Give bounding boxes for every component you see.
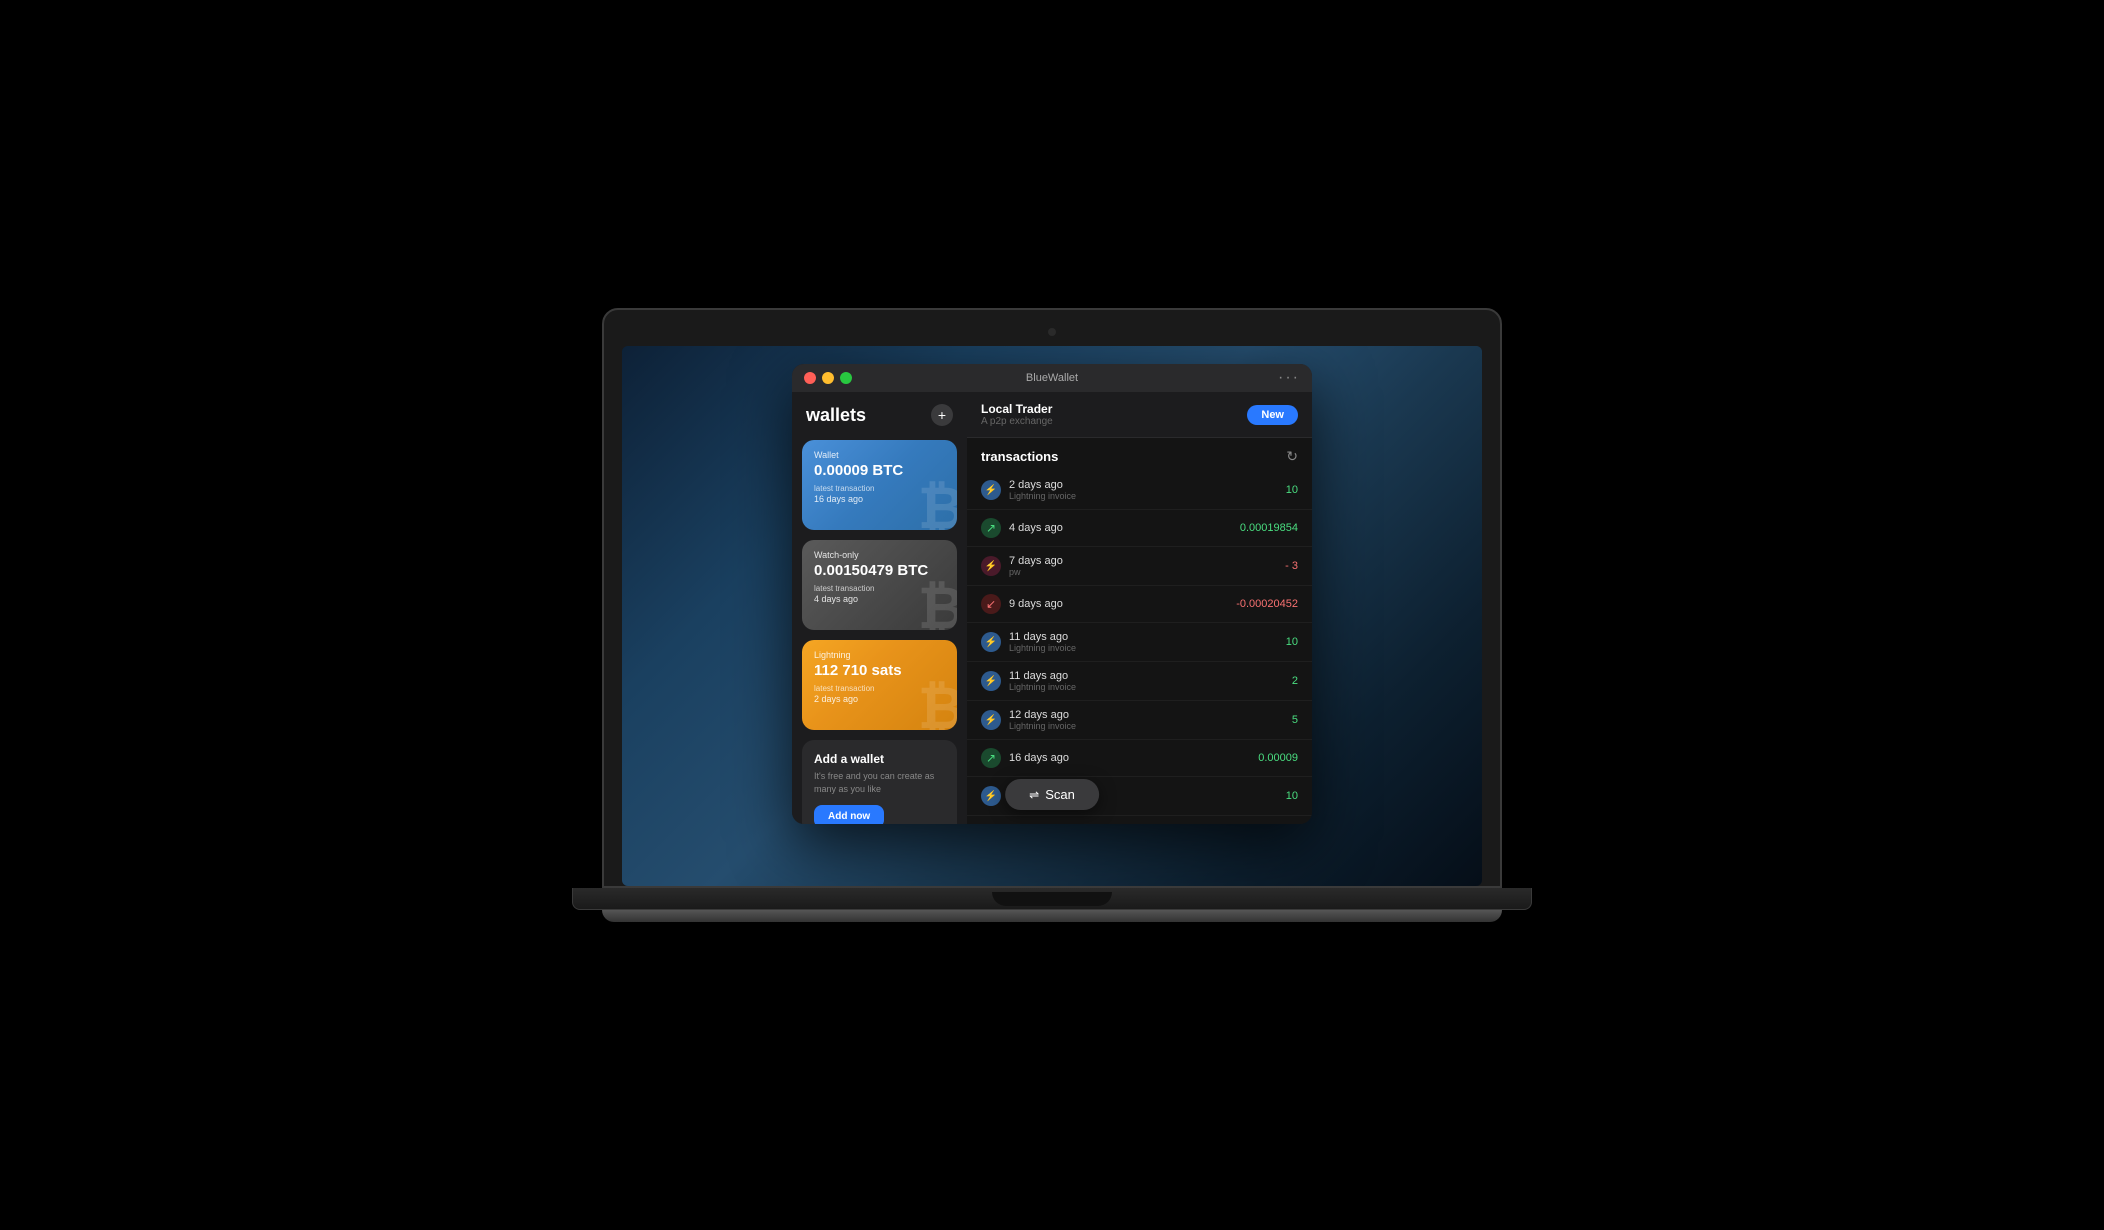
table-row[interactable]: ⏱ 16 days ago Lightning invoice Expired <box>967 816 1312 824</box>
add-wallet-title: Add a wallet <box>814 752 945 766</box>
tx-date-6: 12 days ago <box>1009 709 1284 721</box>
tx-info-2: 7 days ago pw <box>1009 555 1277 577</box>
screen-bezel: BlueWallet ··· wallets + <box>602 308 1502 888</box>
sidebar-title: wallets <box>806 405 866 426</box>
tx-date-1: 4 days ago <box>1009 522 1232 534</box>
refresh-icon[interactable]: ↻ <box>1286 448 1298 465</box>
wallet-card-2[interactable]: Watch-only 0.00150479 BTC latest transac… <box>802 540 957 630</box>
add-wallet-desc: It's free and you can create as many as … <box>814 770 945 795</box>
local-trader-subtitle: A p2p exchange <box>981 416 1053 427</box>
tx-date-5: 11 days ago <box>1009 670 1284 682</box>
tx-amount-6: 5 <box>1292 714 1298 726</box>
tx-icon-0: ⚡ <box>981 480 1001 500</box>
wallet-type-3: Lightning <box>814 650 945 660</box>
tx-date-0: 2 days ago <box>1009 479 1278 491</box>
new-badge-button[interactable]: New <box>1247 405 1298 425</box>
tx-date-7: 16 days ago <box>1009 752 1250 764</box>
scan-button-label: Scan <box>1045 787 1075 802</box>
tx-date-3: 9 days ago <box>1009 598 1228 610</box>
local-trader-title: Local Trader <box>981 402 1053 416</box>
tx-info-3: 9 days ago <box>1009 598 1228 610</box>
tx-icon-7: ↗ <box>981 748 1001 768</box>
camera <box>1048 328 1056 336</box>
table-row[interactable]: ⚡ 11 days ago Lightning invoice 2 <box>967 662 1312 701</box>
table-row[interactable]: ↗ 16 days ago 0.00009 <box>967 740 1312 777</box>
tx-amount-0: 10 <box>1286 484 1298 496</box>
tx-amount-5: 2 <box>1292 675 1298 687</box>
tx-desc-4: Lightning invoice <box>1009 643 1278 653</box>
scan-bar: ⇌ Scan <box>1005 779 1099 810</box>
wallet-card-1[interactable]: Wallet 0.00009 BTC latest transaction 16… <box>802 440 957 530</box>
tx-info-1: 4 days ago <box>1009 522 1232 534</box>
table-row[interactable]: ⚡ 2 days ago Lightning invoice 10 <box>967 471 1312 510</box>
minimize-button[interactable] <box>822 372 834 384</box>
tx-icon-2: ⚡ <box>981 556 1001 576</box>
laptop-screen: BlueWallet ··· wallets + <box>622 346 1482 886</box>
title-bar: BlueWallet ··· <box>792 364 1312 392</box>
wallet-card-3[interactable]: Lightning 112 710 sats latest transactio… <box>802 640 957 730</box>
table-row[interactable]: ⚡ 7 days ago pw - 3 <box>967 547 1312 586</box>
close-button[interactable] <box>804 372 816 384</box>
tx-amount-7: 0.00009 <box>1258 752 1298 764</box>
app-window: BlueWallet ··· wallets + <box>792 364 1312 824</box>
tx-info-0: 2 days ago Lightning invoice <box>1009 479 1278 501</box>
laptop-base <box>602 910 1502 922</box>
tx-desc-6: Lightning invoice <box>1009 721 1284 731</box>
tx-info-7: 16 days ago <box>1009 752 1250 764</box>
sidebar-header: wallets + <box>802 404 957 426</box>
tx-icon-4: ⚡ <box>981 632 1001 652</box>
tx-info-5: 11 days ago Lightning invoice <box>1009 670 1284 692</box>
traffic-lights <box>804 372 852 384</box>
table-row[interactable]: ↙ 9 days ago -0.00020452 <box>967 586 1312 623</box>
tx-icon-3: ↙ <box>981 594 1001 614</box>
tx-info-6: 12 days ago Lightning invoice <box>1009 709 1284 731</box>
tx-amount-2: - 3 <box>1285 560 1298 572</box>
btc-watermark-2: ₿ <box>918 580 957 630</box>
tx-icon-6: ⚡ <box>981 710 1001 730</box>
tx-amount-1: 0.00019854 <box>1240 522 1298 534</box>
tx-icon-5: ⚡ <box>981 671 1001 691</box>
desktop-background: BlueWallet ··· wallets + <box>622 346 1482 886</box>
add-wallet-card: Add a wallet It's free and you can creat… <box>802 740 957 824</box>
maximize-button[interactable] <box>840 372 852 384</box>
transaction-list: ⚡ 2 days ago Lightning invoice 10 <box>967 471 1312 824</box>
window-title: BlueWallet <box>1026 372 1078 384</box>
tx-desc-0: Lightning invoice <box>1009 491 1278 501</box>
tx-amount-4: 10 <box>1286 636 1298 648</box>
tx-desc-2: pw <box>1009 567 1277 577</box>
window-menu-button[interactable]: ··· <box>1278 369 1300 387</box>
tx-info-4: 11 days ago Lightning invoice <box>1009 631 1278 653</box>
table-row[interactable]: ⚡ 11 days ago Lightning invoice 10 <box>967 623 1312 662</box>
tx-desc-5: Lightning invoice <box>1009 682 1284 692</box>
laptop-notch <box>992 892 1112 906</box>
table-row[interactable]: ⚡ 12 days ago Lightning invoice 5 <box>967 701 1312 740</box>
laptop-container: BlueWallet ··· wallets + <box>602 308 1502 922</box>
add-now-button[interactable]: Add now <box>814 805 884 824</box>
local-trader-info: Local Trader A p2p exchange <box>981 402 1053 427</box>
scan-button[interactable]: ⇌ Scan <box>1005 779 1099 810</box>
tx-icon-8: ⚡ <box>981 786 1001 806</box>
btc-watermark-3: ₿ <box>918 680 957 730</box>
laptop-bottom <box>572 888 1532 910</box>
right-panel: Local Trader A p2p exchange New transact… <box>967 392 1312 824</box>
tx-amount-8: 10 <box>1286 790 1298 802</box>
transactions-title: transactions <box>981 449 1058 464</box>
app-body: wallets + Wallet 0.00009 BTC latest tran… <box>792 392 1312 824</box>
tx-amount-3: -0.00020452 <box>1236 598 1298 610</box>
local-trader-banner: Local Trader A p2p exchange New <box>967 392 1312 438</box>
transactions-header: transactions ↻ <box>967 438 1312 471</box>
wallet-type-2: Watch-only <box>814 550 945 560</box>
btc-watermark-1: ₿ <box>918 480 957 530</box>
sidebar: wallets + Wallet 0.00009 BTC latest tran… <box>792 392 967 824</box>
scan-icon: ⇌ <box>1029 788 1039 802</box>
table-row[interactable]: ↗ 4 days ago 0.00019854 <box>967 510 1312 547</box>
tx-icon-1: ↗ <box>981 518 1001 538</box>
tx-date-2: 7 days ago <box>1009 555 1277 567</box>
add-wallet-button[interactable]: + <box>931 404 953 426</box>
wallet-type-1: Wallet <box>814 450 945 460</box>
tx-date-4: 11 days ago <box>1009 631 1278 643</box>
